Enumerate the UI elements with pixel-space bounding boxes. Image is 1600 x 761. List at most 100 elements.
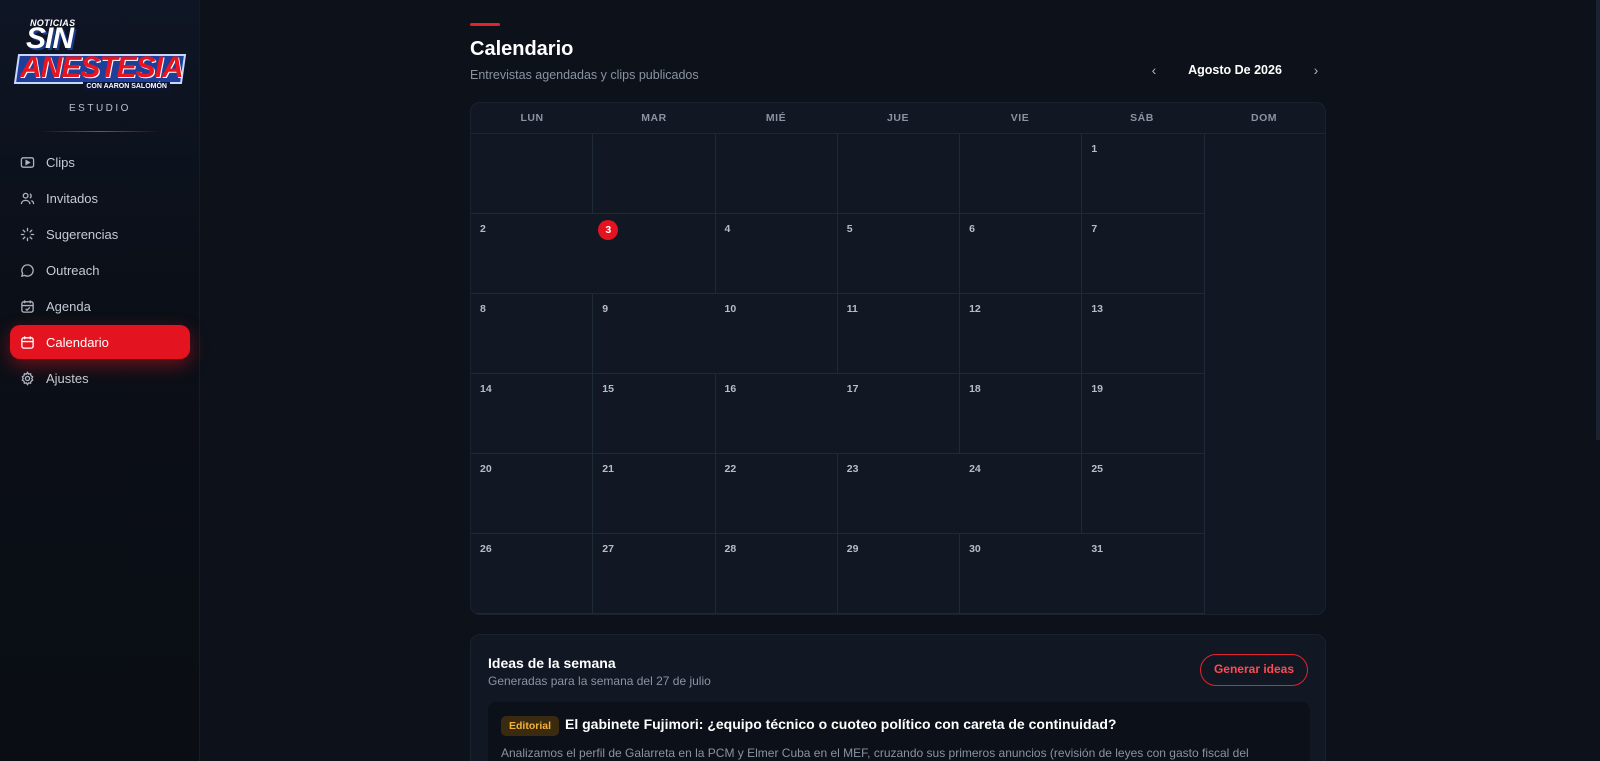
- calendar-day-cell[interactable]: 20: [471, 454, 594, 534]
- calendar-day-cell[interactable]: 2: [471, 214, 594, 294]
- day-number: 10: [724, 303, 737, 315]
- calendar-day-cell[interactable]: 16: [715, 374, 838, 454]
- sidebar-item-ajustes[interactable]: Ajustes: [10, 361, 190, 395]
- calendar-day-cell[interactable]: 19: [1082, 374, 1205, 454]
- page-subtitle: Entrevistas agendadas y clips publicados: [470, 68, 699, 82]
- calendar-day-cell[interactable]: 27: [593, 534, 716, 614]
- sidebar-item-label: Calendario: [46, 334, 109, 350]
- calendar-day-cell[interactable]: 5: [837, 214, 961, 294]
- calendar-day-cell[interactable]: 28: [715, 534, 838, 614]
- day-number: 15: [602, 383, 614, 395]
- gear-icon: [21, 370, 34, 386]
- calendar-day-cell[interactable]: 7: [1082, 214, 1205, 294]
- calendar-day-cell[interactable]: 6: [960, 214, 1083, 294]
- calendar-cell-empty: [1082, 614, 1204, 615]
- calendar-day-cell[interactable]: 13: [1082, 294, 1205, 374]
- calendar-day-cell[interactable]: 9: [593, 294, 716, 374]
- calendar-day-cell[interactable]: 30: [960, 534, 1083, 614]
- weekday-label: SÁB: [1130, 112, 1154, 124]
- ideas-title: Ideas de la semana: [488, 655, 616, 671]
- weekly-ideas-panel: Ideas de la semana Generadas para la sem…: [470, 634, 1326, 761]
- idea-title: El gabinete Fujimori: ¿equipo técnico o …: [565, 716, 1117, 732]
- studio-label: ESTUDIO: [69, 103, 131, 114]
- calendar-cell-empty: [471, 614, 593, 615]
- calendar-day-cell[interactable]: 23: [837, 454, 961, 534]
- day-number: 8: [480, 303, 486, 315]
- calendar-day-cell[interactable]: 22: [715, 454, 838, 534]
- month-navigator: ‹ Agosto De 2026 ›: [1144, 62, 1326, 78]
- idea-description: Analizamos el perfil de Galarreta en la …: [501, 746, 1249, 760]
- next-month-button[interactable]: ›: [1306, 62, 1326, 78]
- calendar-day-cell[interactable]: 31: [1082, 534, 1205, 614]
- weekday-header: LUN MAR MIÉ JUE VIE SÁB DOM: [471, 103, 1325, 134]
- day-number: 5: [846, 223, 853, 235]
- sidebar-item-outreach[interactable]: Outreach: [10, 253, 190, 287]
- calendar-cell-empty: [471, 134, 594, 214]
- weekday-label: DOM: [1251, 112, 1277, 124]
- logo-sub-text: ANESTESIA: [20, 51, 184, 84]
- day-number: 28: [724, 543, 737, 555]
- day-number: 27: [602, 543, 614, 555]
- day-number: 12: [969, 303, 981, 315]
- page-scrollbar[interactable]: [1596, 0, 1600, 440]
- calendar-cell-empty: [960, 134, 1083, 214]
- calendar-day-cell[interactable]: 3: [593, 214, 716, 294]
- calendar-cell-empty: [593, 614, 715, 615]
- weekday-label: VIE: [1010, 112, 1030, 124]
- calendar-days: 1 2 3 4 5 6 7 8 9 10 11 12 13 14 15 16 17 18 19 20 21 22 23 24 2…: [471, 134, 1325, 615]
- ideas-subtitle: Generadas para la semana del 27 de julio: [488, 674, 711, 688]
- calendar-cell-empty: [837, 134, 961, 214]
- calendar-day-cell[interactable]: 8: [471, 294, 594, 374]
- calendar-day-cell[interactable]: 24: [960, 454, 1083, 534]
- calendar-day-cell[interactable]: 25: [1082, 454, 1205, 534]
- weekday-label: MIÉ: [765, 112, 787, 124]
- weekday-label: LUN: [520, 112, 544, 124]
- sidebar-item-clips[interactable]: Clips: [10, 145, 190, 179]
- weekday-label: JUE: [887, 112, 909, 124]
- day-number: 22: [724, 463, 737, 475]
- logo-main-text: SIN: [26, 22, 74, 55]
- prev-month-button[interactable]: ‹: [1144, 62, 1164, 78]
- sidebar: NOTICIAS SIN ANESTESIA CON AARON SALOMÓN…: [0, 0, 200, 761]
- day-number: 16: [724, 383, 737, 395]
- day-number: 11: [846, 303, 858, 315]
- calendar-cell-empty: [838, 614, 960, 615]
- day-number: 25: [1091, 463, 1104, 475]
- calendar-day-cell[interactable]: 17: [837, 374, 961, 454]
- day-number: 17: [846, 383, 859, 395]
- day-number: 31: [1091, 543, 1104, 555]
- sidebar-item-label: Agenda: [46, 298, 91, 314]
- calendar-day-cell[interactable]: 11: [837, 294, 961, 374]
- idea-card[interactable]: Editorial El gabinete Fujimori: ¿equipo …: [488, 702, 1310, 761]
- day-number: 9: [602, 303, 609, 315]
- calendar-day-cell[interactable]: 15: [593, 374, 716, 454]
- calendar-day-cell[interactable]: 29: [837, 534, 961, 614]
- calendar-day-cell[interactable]: 26: [471, 534, 594, 614]
- current-month-label: Agosto De 2026: [1188, 63, 1282, 77]
- day-number: 23: [846, 463, 859, 475]
- day-number: 18: [969, 383, 981, 395]
- sidebar-item-calendario[interactable]: Calendario: [10, 325, 190, 359]
- day-number: 14: [480, 383, 492, 395]
- day-number: 7: [1091, 223, 1098, 235]
- calendar-day-cell[interactable]: 21: [593, 454, 716, 534]
- calendar-icon: [21, 335, 34, 349]
- calendar-day-cell[interactable]: 14: [471, 374, 594, 454]
- day-number: 21: [602, 463, 614, 475]
- calendar-day-cell[interactable]: 12: [960, 294, 1083, 374]
- day-number: 2: [480, 223, 486, 235]
- sidebar-item-sugerencias[interactable]: Sugerencias: [10, 217, 190, 251]
- calendar-day-cell[interactable]: 10: [715, 294, 838, 374]
- calendar-day-cell[interactable]: 18: [960, 374, 1083, 454]
- generate-ideas-button[interactable]: Generar ideas: [1200, 654, 1308, 686]
- sidebar-item-agenda[interactable]: Agenda: [10, 289, 190, 323]
- sidebar-item-label: Invitados: [46, 190, 99, 206]
- sidebar-item-label: Sugerencias: [46, 226, 119, 242]
- brand-logo[interactable]: NOTICIAS SIN ANESTESIA CON AARON SALOMÓN: [13, 16, 187, 94]
- calendar-day-cell[interactable]: 1: [1082, 134, 1205, 214]
- users-icon: [20, 192, 35, 204]
- sidebar-item-invitados[interactable]: Invitados: [10, 181, 190, 215]
- today-day-number: 3: [598, 220, 619, 240]
- calendar-day-cell[interactable]: 4: [715, 214, 838, 294]
- day-number: 20: [480, 463, 492, 475]
